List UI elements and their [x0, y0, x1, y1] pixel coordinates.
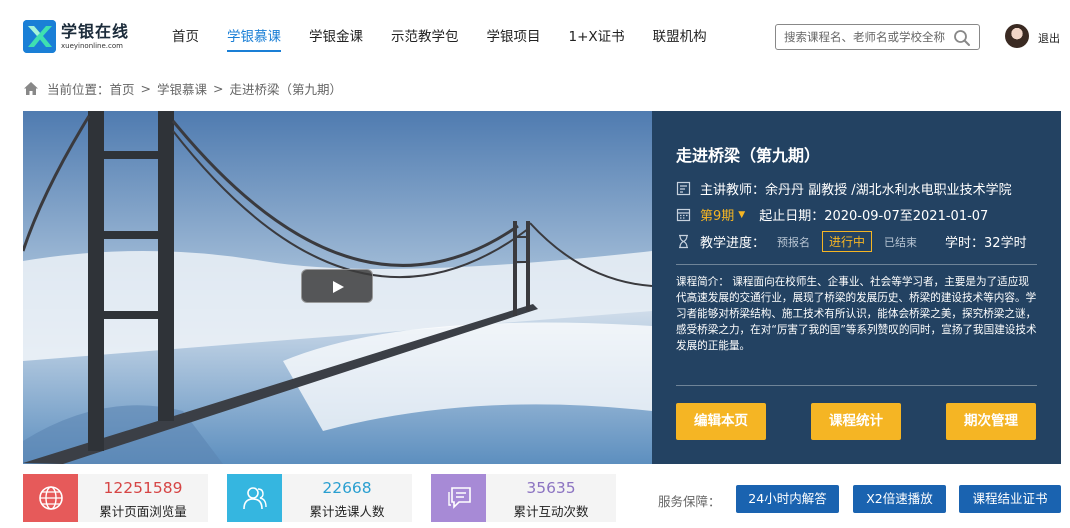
term-select[interactable]: 第9期 [700, 205, 734, 224]
user-avatar[interactable] [1005, 24, 1029, 48]
nav-alliance[interactable]: 联盟机构 [653, 28, 707, 52]
logout-link[interactable]: 退出 [1038, 30, 1060, 46]
date-range: 2020-09-07至2021-01-07 [824, 209, 989, 224]
stage-preregister: 预报名 [777, 235, 811, 249]
divider [676, 385, 1037, 386]
nav-projects[interactable]: 学银项目 [487, 28, 541, 52]
teacher-label: 主讲教师： [700, 183, 766, 198]
search-input[interactable] [784, 30, 949, 44]
chat-icon [448, 487, 471, 509]
nav-home[interactable]: 首页 [172, 28, 199, 52]
course-intro: 课程简介： 课程面向在校师生、企事业、社会等学习者，主要是为了适应现代高速发展的… [676, 276, 1037, 352]
search-box [775, 24, 980, 50]
nav-teaching-package[interactable]: 示范教学包 [391, 28, 459, 52]
breadcrumb-home[interactable]: 首页 [110, 79, 135, 98]
home-icon [24, 81, 38, 95]
play-button[interactable] [301, 269, 373, 303]
main-nav: 首页 学银慕课 学银金课 示范教学包 学银项目 1+X证书 联盟机构 [172, 28, 735, 52]
course-info-panel: 走进桥梁（第九期） 主讲教师： 余丹丹 副教授 /湖北水利水电职业技术学院 第9… [652, 111, 1061, 464]
search-icon[interactable] [953, 29, 971, 47]
breadcrumb: 当前位置： 首页 > 学银慕课 > 走进桥梁（第九期） [23, 79, 342, 97]
stat-label: 累计互动次数 [513, 504, 589, 519]
stat-value: 22668 [322, 479, 372, 497]
breadcrumb-separator: > [140, 80, 152, 96]
course-video[interactable] [23, 111, 652, 464]
service-label: 服务保障： [658, 494, 721, 509]
hourglass-icon [679, 234, 688, 249]
term-manage-button[interactable]: 期次管理 [946, 403, 1036, 440]
progress-label: 教学进度： [700, 236, 766, 251]
stat-value: 12251589 [103, 479, 183, 497]
stat-enrollments: 22668 累计选课人数 [227, 474, 412, 522]
service-certificate[interactable]: 课程结业证书 [959, 485, 1061, 513]
users-icon [243, 487, 267, 510]
site-header: 学银在线 xueyinonline.com 首页 学银慕课 学银金课 示范教学包… [0, 0, 1070, 72]
teacher-name: 余丹丹 副教授 /湖北水利水电职业技术学院 [765, 183, 1012, 198]
globe-icon [39, 486, 63, 510]
calendar-icon [676, 208, 691, 222]
site-logo[interactable]: 学银在线 xueyinonline.com [23, 20, 129, 53]
breadcrumb-separator: > [213, 80, 224, 96]
stage-finished: 已结束 [884, 235, 918, 249]
stat-value: 35635 [526, 479, 576, 497]
teacher-icon [676, 181, 691, 196]
service-24h-answer[interactable]: 24小时内解答 [736, 485, 839, 513]
nav-golden-course[interactable]: 学银金课 [309, 28, 363, 52]
course-title: 走进桥梁（第九期） [676, 146, 821, 165]
stat-label: 累计页面浏览量 [99, 504, 187, 519]
play-icon [333, 281, 344, 293]
stat-page-views: 12251589 累计页面浏览量 [23, 474, 208, 522]
course-hours: 学时：32学时 [945, 236, 1027, 251]
divider [676, 264, 1037, 265]
edit-page-button[interactable]: 编辑本页 [676, 403, 766, 440]
stage-in-progress: 进行中 [822, 231, 873, 252]
breadcrumb-current: 走进桥梁（第九期） [229, 81, 343, 97]
brand-name: 学银在线 [61, 21, 130, 41]
teacher-row: 主讲教师： 余丹丹 副教授 /湖北水利水电职业技术学院 [676, 179, 1012, 198]
term-row: 第9期 ▼ 起止日期： 2020-09-07至2021-01-07 [676, 205, 988, 224]
course-stats-button[interactable]: 课程统计 [811, 403, 901, 440]
brand-domain: xueyinonline.com [61, 41, 123, 50]
breadcrumb-prefix: 当前位置： [47, 81, 110, 97]
nav-mooc[interactable]: 学银慕课 [227, 28, 281, 52]
stat-label: 累计选课人数 [309, 504, 385, 519]
stat-interactions: 35635 累计互动次数 [431, 474, 616, 522]
nav-certificates[interactable]: 1+X证书 [569, 28, 625, 52]
breadcrumb-mooc[interactable]: 学银慕课 [157, 79, 207, 98]
chevron-down-icon[interactable]: ▼ [738, 210, 745, 220]
date-label: 起止日期： [759, 209, 825, 224]
progress-row: 教学进度： 预报名 进行中 已结束 学时：32学时 [676, 231, 1027, 252]
service-2x-playback[interactable]: X2倍速播放 [853, 485, 946, 513]
xueyin-logo-icon [23, 20, 56, 53]
